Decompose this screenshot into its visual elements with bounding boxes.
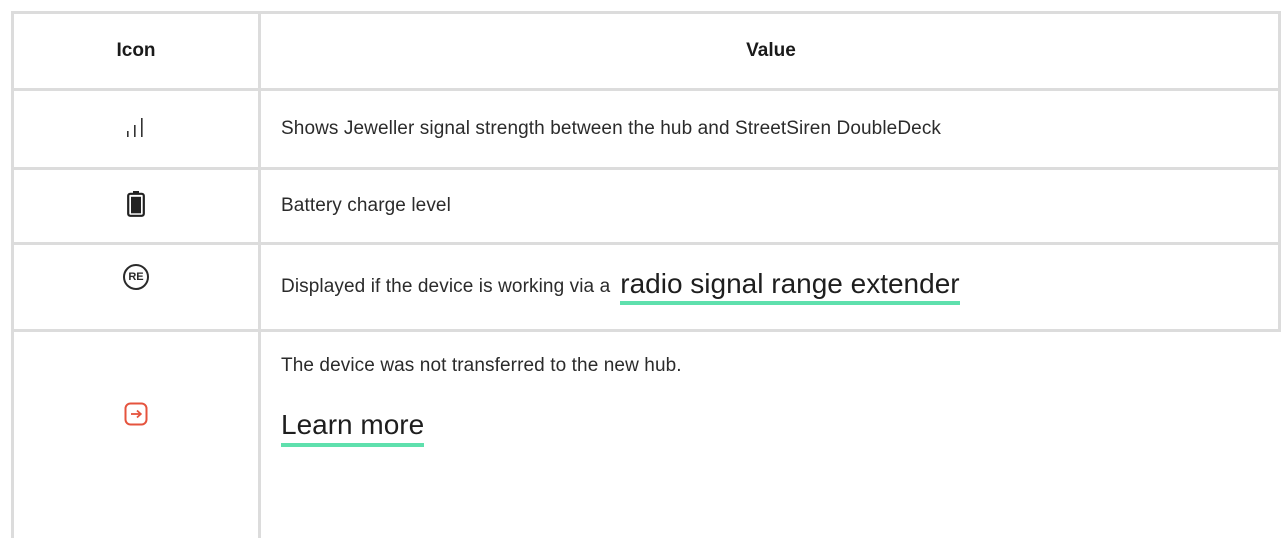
table-row-icon-cell <box>14 332 258 538</box>
table-row-value-cell: Shows Jeweller signal strength between t… <box>261 91 1281 167</box>
icons-table: Icon Value Shows Jeweller signal strengt… <box>11 11 1281 538</box>
range-extender-re-icon: RE <box>123 264 149 290</box>
table-row-value-cell: Displayed if the device is working via a… <box>261 245 1281 329</box>
table-row-icon-cell <box>14 170 258 242</box>
row-description: Displayed if the device is working via a <box>281 276 611 297</box>
row-description: Battery charge level <box>281 195 451 216</box>
signal-strength-icon <box>124 115 148 144</box>
header-icon-cell: Icon <box>14 14 258 88</box>
table-row-value-cell: Battery charge level <box>261 170 1281 242</box>
column-header-icon: Icon <box>116 40 156 61</box>
re-icon-label: RE <box>128 271 144 283</box>
table-row-value-cell: The device was not transferred to the ne… <box>261 332 1281 538</box>
row-description: The device was not transferred to the ne… <box>281 355 682 376</box>
device-not-transferred-icon <box>124 402 148 431</box>
header-value-cell: Value <box>261 14 1281 88</box>
battery-icon <box>127 190 145 222</box>
column-header-value: Value <box>746 40 796 61</box>
table-row-icon-cell: RE <box>14 245 258 329</box>
row-description: Shows Jeweller signal strength between t… <box>281 118 942 139</box>
learn-more-link[interactable]: Learn more <box>281 409 425 447</box>
table-row-icon-cell <box>14 91 258 167</box>
range-extender-link[interactable]: radio signal range extender <box>620 268 960 306</box>
